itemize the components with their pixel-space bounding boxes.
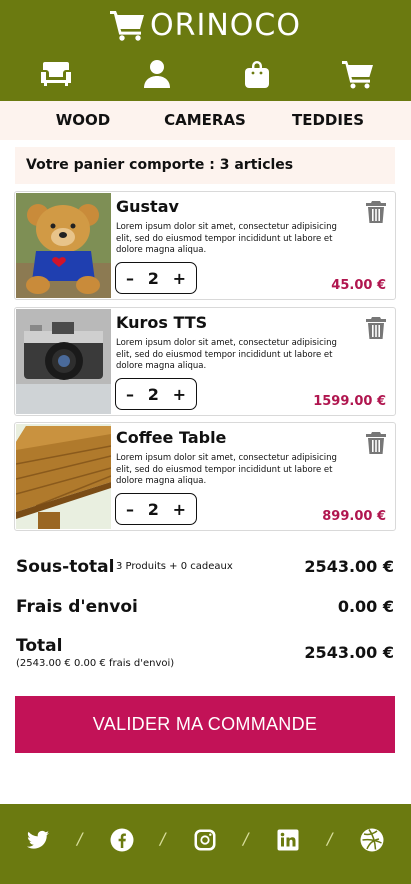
subtotal-value: 2543.00 €: [304, 557, 394, 576]
brand-name: ORINOCO: [150, 7, 301, 43]
shopping-bag-icon[interactable]: [240, 58, 274, 90]
cart-summary: Votre panier comporte : 3 articles: [15, 147, 395, 184]
total-value: 2543.00 €: [304, 643, 394, 662]
footer: / / / /: [0, 804, 411, 884]
item-price: 1599.00 €: [313, 394, 386, 409]
linkedin-icon[interactable]: [276, 828, 300, 852]
subtotal-note: 3 Produits + 0 cadeaux: [116, 561, 233, 572]
separator: /: [160, 829, 166, 848]
validate-order-button[interactable]: VALIDER MA COMMANDE: [15, 696, 395, 753]
item-name: Gustav: [116, 197, 179, 216]
increase-button[interactable]: +: [173, 500, 186, 519]
dribbble-icon[interactable]: [360, 828, 384, 852]
separator: /: [77, 829, 83, 848]
item-price: 899.00 €: [322, 509, 386, 524]
trash-icon[interactable]: [366, 316, 386, 340]
shipping-value: 0.00 €: [337, 597, 394, 616]
category-bar: WOOD CAMERAS TEDDIES: [0, 101, 411, 140]
total-label: Total: [16, 636, 63, 656]
cart-item: Coffee Table Lorem ipsum dolor sit amet,…: [14, 422, 396, 531]
item-name: Coffee Table: [116, 428, 227, 447]
item-price: 45.00 €: [331, 278, 386, 293]
quantity-stepper: – 2 +: [115, 493, 197, 525]
instagram-icon[interactable]: [193, 828, 217, 852]
decrease-button[interactable]: –: [126, 385, 134, 404]
trash-icon[interactable]: [366, 431, 386, 455]
item-description: Lorem ipsum dolor sit amet, consectetur …: [116, 222, 337, 255]
increase-button[interactable]: +: [173, 269, 186, 288]
category-teddies[interactable]: TEDDIES: [285, 101, 371, 140]
quantity-value: 2: [147, 499, 159, 519]
quantity-stepper: – 2 +: [115, 378, 197, 410]
twitter-icon[interactable]: [26, 828, 50, 852]
teddy-image: [16, 193, 111, 298]
separator: /: [327, 829, 333, 848]
decrease-button[interactable]: –: [126, 500, 134, 519]
cart-item: Gustav Lorem ipsum dolor sit amet, conse…: [14, 191, 396, 300]
item-description: Lorem ipsum dolor sit amet, consectetur …: [116, 338, 337, 371]
user-icon[interactable]: [140, 58, 174, 90]
facebook-icon[interactable]: [110, 828, 134, 852]
shopping-cart-icon[interactable]: [341, 58, 375, 90]
camera-image: [16, 309, 111, 414]
quantity-stepper: – 2 +: [115, 262, 197, 294]
separator: /: [243, 829, 249, 848]
decrease-button[interactable]: –: [126, 269, 134, 288]
category-cameras[interactable]: CAMERAS: [155, 101, 255, 140]
brand-logo[interactable]: ORINOCO: [0, 5, 411, 45]
trash-icon[interactable]: [366, 200, 386, 224]
quantity-value: 2: [147, 384, 159, 404]
cart-item: Kuros TTS Lorem ipsum dolor sit amet, co…: [14, 307, 396, 416]
sofa-icon[interactable]: [39, 58, 73, 90]
item-name: Kuros TTS: [116, 313, 208, 332]
quantity-value: 2: [147, 268, 159, 288]
table-image: [16, 424, 111, 529]
subtotal-label: Sous-total: [16, 557, 115, 577]
increase-button[interactable]: +: [173, 385, 186, 404]
header: ORINOCO: [0, 0, 411, 101]
total-note: (2543.00 € 0.00 € frais d'envoi): [16, 658, 175, 669]
nav-bar: [0, 58, 411, 92]
category-wood[interactable]: WOOD: [40, 101, 126, 140]
shipping-label: Frais d'envoi: [16, 597, 138, 617]
item-description: Lorem ipsum dolor sit amet, consectetur …: [116, 453, 337, 486]
shopping-cart-icon: [110, 11, 145, 41]
